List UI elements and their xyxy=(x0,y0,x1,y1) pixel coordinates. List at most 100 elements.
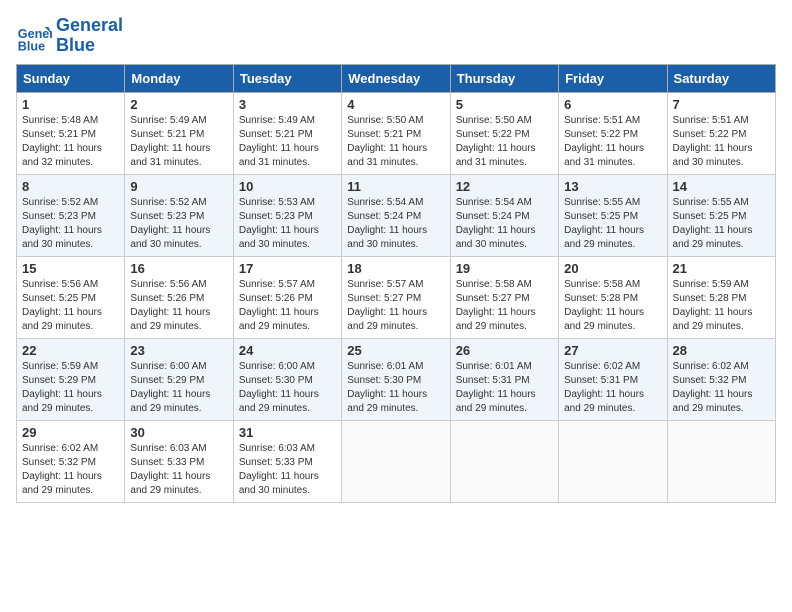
calendar-body: 1 Sunrise: 5:48 AM Sunset: 5:21 PM Dayli… xyxy=(17,92,776,502)
weekday-header: Sunday xyxy=(17,64,125,92)
day-info: Sunrise: 6:03 AM Sunset: 5:33 PM Dayligh… xyxy=(130,442,227,498)
day-number: 1 xyxy=(22,97,119,112)
day-info: Sunrise: 6:02 AM Sunset: 5:32 PM Dayligh… xyxy=(22,442,119,498)
day-info: Sunrise: 6:02 AM Sunset: 5:31 PM Dayligh… xyxy=(564,360,661,416)
logo-text: General Blue xyxy=(56,16,123,56)
day-number: 24 xyxy=(239,343,336,358)
calendar-cell: 6 Sunrise: 5:51 AM Sunset: 5:22 PM Dayli… xyxy=(559,92,667,174)
day-number: 16 xyxy=(130,261,227,276)
calendar-cell: 31 Sunrise: 6:03 AM Sunset: 5:33 PM Dayl… xyxy=(233,420,341,502)
day-number: 6 xyxy=(564,97,661,112)
day-number: 7 xyxy=(673,97,770,112)
calendar-cell: 30 Sunrise: 6:03 AM Sunset: 5:33 PM Dayl… xyxy=(125,420,233,502)
day-number: 29 xyxy=(22,425,119,440)
svg-text:Blue: Blue xyxy=(18,39,45,53)
calendar-cell: 3 Sunrise: 5:49 AM Sunset: 5:21 PM Dayli… xyxy=(233,92,341,174)
day-info: Sunrise: 5:55 AM Sunset: 5:25 PM Dayligh… xyxy=(673,196,770,252)
day-number: 26 xyxy=(456,343,553,358)
day-info: Sunrise: 5:56 AM Sunset: 5:26 PM Dayligh… xyxy=(130,278,227,334)
day-number: 11 xyxy=(347,179,444,194)
weekday-row: SundayMondayTuesdayWednesdayThursdayFrid… xyxy=(17,64,776,92)
weekday-header: Saturday xyxy=(667,64,775,92)
day-number: 17 xyxy=(239,261,336,276)
day-info: Sunrise: 6:03 AM Sunset: 5:33 PM Dayligh… xyxy=(239,442,336,498)
calendar-cell: 5 Sunrise: 5:50 AM Sunset: 5:22 PM Dayli… xyxy=(450,92,558,174)
day-number: 23 xyxy=(130,343,227,358)
day-info: Sunrise: 5:49 AM Sunset: 5:21 PM Dayligh… xyxy=(239,114,336,170)
day-number: 4 xyxy=(347,97,444,112)
calendar-cell xyxy=(667,420,775,502)
calendar-cell: 23 Sunrise: 6:00 AM Sunset: 5:29 PM Dayl… xyxy=(125,338,233,420)
calendar-cell: 8 Sunrise: 5:52 AM Sunset: 5:23 PM Dayli… xyxy=(17,174,125,256)
day-number: 3 xyxy=(239,97,336,112)
calendar-cell: 29 Sunrise: 6:02 AM Sunset: 5:32 PM Dayl… xyxy=(17,420,125,502)
day-info: Sunrise: 5:54 AM Sunset: 5:24 PM Dayligh… xyxy=(347,196,444,252)
calendar-cell: 25 Sunrise: 6:01 AM Sunset: 5:30 PM Dayl… xyxy=(342,338,450,420)
calendar-header: SundayMondayTuesdayWednesdayThursdayFrid… xyxy=(17,64,776,92)
day-number: 19 xyxy=(456,261,553,276)
calendar-cell: 22 Sunrise: 5:59 AM Sunset: 5:29 PM Dayl… xyxy=(17,338,125,420)
day-info: Sunrise: 6:01 AM Sunset: 5:31 PM Dayligh… xyxy=(456,360,553,416)
calendar-cell: 7 Sunrise: 5:51 AM Sunset: 5:22 PM Dayli… xyxy=(667,92,775,174)
day-number: 10 xyxy=(239,179,336,194)
calendar-cell: 14 Sunrise: 5:55 AM Sunset: 5:25 PM Dayl… xyxy=(667,174,775,256)
weekday-header: Tuesday xyxy=(233,64,341,92)
day-number: 15 xyxy=(22,261,119,276)
day-info: Sunrise: 5:52 AM Sunset: 5:23 PM Dayligh… xyxy=(22,196,119,252)
day-info: Sunrise: 5:52 AM Sunset: 5:23 PM Dayligh… xyxy=(130,196,227,252)
calendar-cell: 21 Sunrise: 5:59 AM Sunset: 5:28 PM Dayl… xyxy=(667,256,775,338)
calendar-cell xyxy=(559,420,667,502)
calendar-cell: 18 Sunrise: 5:57 AM Sunset: 5:27 PM Dayl… xyxy=(342,256,450,338)
calendar-cell: 15 Sunrise: 5:56 AM Sunset: 5:25 PM Dayl… xyxy=(17,256,125,338)
day-info: Sunrise: 6:00 AM Sunset: 5:30 PM Dayligh… xyxy=(239,360,336,416)
calendar-cell: 11 Sunrise: 5:54 AM Sunset: 5:24 PM Dayl… xyxy=(342,174,450,256)
day-number: 27 xyxy=(564,343,661,358)
day-info: Sunrise: 5:51 AM Sunset: 5:22 PM Dayligh… xyxy=(673,114,770,170)
day-info: Sunrise: 5:59 AM Sunset: 5:28 PM Dayligh… xyxy=(673,278,770,334)
calendar-cell: 1 Sunrise: 5:48 AM Sunset: 5:21 PM Dayli… xyxy=(17,92,125,174)
day-number: 30 xyxy=(130,425,227,440)
calendar-cell: 9 Sunrise: 5:52 AM Sunset: 5:23 PM Dayli… xyxy=(125,174,233,256)
day-info: Sunrise: 5:49 AM Sunset: 5:21 PM Dayligh… xyxy=(130,114,227,170)
calendar-cell: 19 Sunrise: 5:58 AM Sunset: 5:27 PM Dayl… xyxy=(450,256,558,338)
day-info: Sunrise: 5:53 AM Sunset: 5:23 PM Dayligh… xyxy=(239,196,336,252)
day-info: Sunrise: 5:51 AM Sunset: 5:22 PM Dayligh… xyxy=(564,114,661,170)
day-number: 25 xyxy=(347,343,444,358)
day-info: Sunrise: 5:56 AM Sunset: 5:25 PM Dayligh… xyxy=(22,278,119,334)
day-info: Sunrise: 5:54 AM Sunset: 5:24 PM Dayligh… xyxy=(456,196,553,252)
day-info: Sunrise: 5:57 AM Sunset: 5:27 PM Dayligh… xyxy=(347,278,444,334)
day-number: 28 xyxy=(673,343,770,358)
day-number: 22 xyxy=(22,343,119,358)
day-info: Sunrise: 5:50 AM Sunset: 5:21 PM Dayligh… xyxy=(347,114,444,170)
day-info: Sunrise: 5:55 AM Sunset: 5:25 PM Dayligh… xyxy=(564,196,661,252)
weekday-header: Thursday xyxy=(450,64,558,92)
logo-icon: General Blue xyxy=(16,18,52,54)
weekday-header: Monday xyxy=(125,64,233,92)
day-number: 21 xyxy=(673,261,770,276)
calendar-cell: 26 Sunrise: 6:01 AM Sunset: 5:31 PM Dayl… xyxy=(450,338,558,420)
calendar-cell: 20 Sunrise: 5:58 AM Sunset: 5:28 PM Dayl… xyxy=(559,256,667,338)
day-number: 5 xyxy=(456,97,553,112)
day-info: Sunrise: 5:48 AM Sunset: 5:21 PM Dayligh… xyxy=(22,114,119,170)
calendar-cell: 13 Sunrise: 5:55 AM Sunset: 5:25 PM Dayl… xyxy=(559,174,667,256)
calendar-cell: 28 Sunrise: 6:02 AM Sunset: 5:32 PM Dayl… xyxy=(667,338,775,420)
day-info: Sunrise: 5:58 AM Sunset: 5:28 PM Dayligh… xyxy=(564,278,661,334)
calendar-cell: 10 Sunrise: 5:53 AM Sunset: 5:23 PM Dayl… xyxy=(233,174,341,256)
day-info: Sunrise: 5:50 AM Sunset: 5:22 PM Dayligh… xyxy=(456,114,553,170)
page-header: General Blue General Blue xyxy=(16,16,776,56)
calendar-cell: 16 Sunrise: 5:56 AM Sunset: 5:26 PM Dayl… xyxy=(125,256,233,338)
day-number: 13 xyxy=(564,179,661,194)
day-number: 9 xyxy=(130,179,227,194)
day-number: 12 xyxy=(456,179,553,194)
day-info: Sunrise: 6:02 AM Sunset: 5:32 PM Dayligh… xyxy=(673,360,770,416)
logo: General Blue General Blue xyxy=(16,16,123,56)
calendar-week-row: 1 Sunrise: 5:48 AM Sunset: 5:21 PM Dayli… xyxy=(17,92,776,174)
calendar-cell: 17 Sunrise: 5:57 AM Sunset: 5:26 PM Dayl… xyxy=(233,256,341,338)
calendar-cell: 12 Sunrise: 5:54 AM Sunset: 5:24 PM Dayl… xyxy=(450,174,558,256)
day-number: 20 xyxy=(564,261,661,276)
calendar-cell: 4 Sunrise: 5:50 AM Sunset: 5:21 PM Dayli… xyxy=(342,92,450,174)
weekday-header: Wednesday xyxy=(342,64,450,92)
day-info: Sunrise: 6:01 AM Sunset: 5:30 PM Dayligh… xyxy=(347,360,444,416)
calendar-week-row: 22 Sunrise: 5:59 AM Sunset: 5:29 PM Dayl… xyxy=(17,338,776,420)
calendar-cell: 27 Sunrise: 6:02 AM Sunset: 5:31 PM Dayl… xyxy=(559,338,667,420)
